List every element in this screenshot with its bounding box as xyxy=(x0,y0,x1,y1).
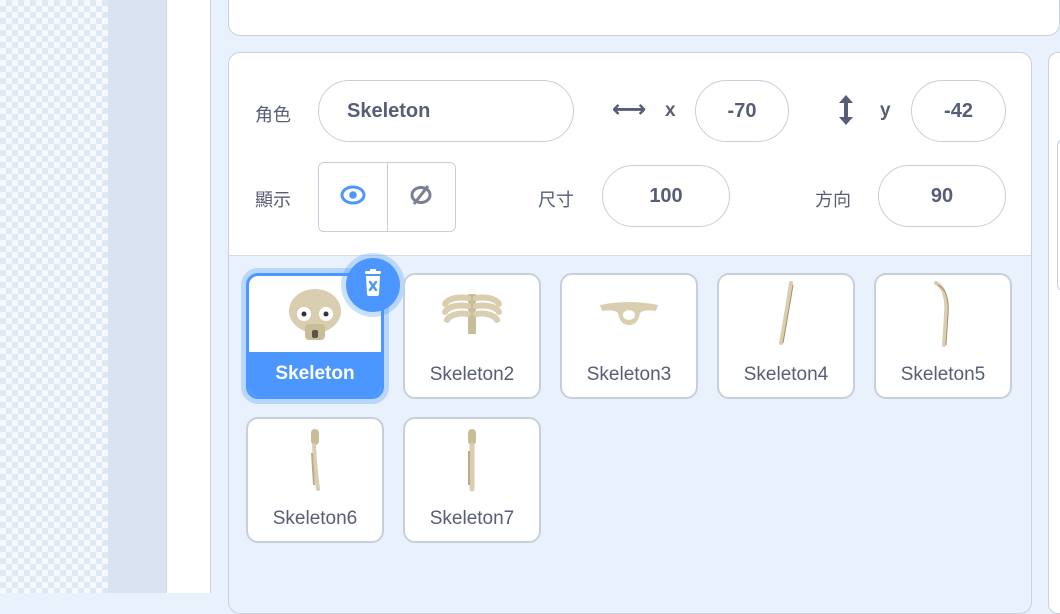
left-right-arrow-icon: ⟷ xyxy=(612,96,647,123)
pelvis-thumbnail xyxy=(562,275,696,355)
sprite-name: Skeleton2 xyxy=(429,364,515,385)
sprite-name: Skeleton xyxy=(249,352,381,396)
sprite-info-panel: 角色 Skeleton ⟷ x -70 y -42 顯示 尺寸 100 方向 9… xyxy=(229,53,1031,256)
leg-bone-thumbnail xyxy=(405,419,539,499)
sprite-tile-skeleton2[interactable]: Skeleton2 xyxy=(403,273,541,399)
sprite-tile-skeleton4[interactable]: Skeleton4 xyxy=(717,273,855,399)
panel-gap xyxy=(166,0,211,593)
stage-header-panel xyxy=(228,0,1060,36)
visibility-toggle xyxy=(318,162,456,232)
stage-backdrop xyxy=(0,0,108,593)
x-label: x xyxy=(665,100,676,121)
trash-icon xyxy=(361,268,385,302)
hide-button[interactable] xyxy=(386,163,455,231)
sprite-name: Skeleton3 xyxy=(586,364,672,385)
sprite-label: 角色 xyxy=(255,105,291,125)
sprite-name: Skeleton5 xyxy=(900,364,986,385)
sprite-name: Skeleton7 xyxy=(429,508,515,529)
sprite-tile-skeleton7[interactable]: Skeleton7 xyxy=(403,417,541,543)
show-label: 顯示 xyxy=(255,190,291,210)
sprite-name: Skeleton6 xyxy=(272,508,358,529)
sprite-name-input[interactable]: Skeleton xyxy=(318,80,574,142)
sprite-tile-skeleton6[interactable]: Skeleton6 xyxy=(246,417,384,543)
up-down-arrow-icon xyxy=(837,93,855,132)
delete-sprite-button[interactable] xyxy=(346,258,400,312)
stage-selector-panel[interactable] xyxy=(1048,52,1060,614)
arm-bone-thumbnail xyxy=(719,275,853,355)
stage-edge xyxy=(108,0,166,593)
y-position-input[interactable]: -42 xyxy=(911,80,1006,142)
sprite-name: Skeleton4 xyxy=(743,364,829,385)
sprite-selector-pane: 角色 Skeleton ⟷ x -70 y -42 顯示 尺寸 100 方向 9… xyxy=(228,52,1032,614)
ribcage-thumbnail xyxy=(405,275,539,355)
direction-label: 方向 xyxy=(815,190,851,210)
size-label: 尺寸 xyxy=(538,190,574,210)
show-button[interactable] xyxy=(319,163,387,231)
eye-icon xyxy=(340,185,366,210)
sprite-tile-skeleton3[interactable]: Skeleton3 xyxy=(560,273,698,399)
eye-slash-icon xyxy=(408,182,434,213)
y-label: y xyxy=(880,100,891,121)
size-input[interactable]: 100 xyxy=(602,165,730,227)
x-position-input[interactable]: -70 xyxy=(695,80,789,142)
leg-bone-thumbnail xyxy=(248,419,382,499)
curved-bone-thumbnail xyxy=(876,275,1010,355)
sprite-tile-skeleton5[interactable]: Skeleton5 xyxy=(874,273,1012,399)
direction-input[interactable]: 90 xyxy=(878,165,1006,227)
